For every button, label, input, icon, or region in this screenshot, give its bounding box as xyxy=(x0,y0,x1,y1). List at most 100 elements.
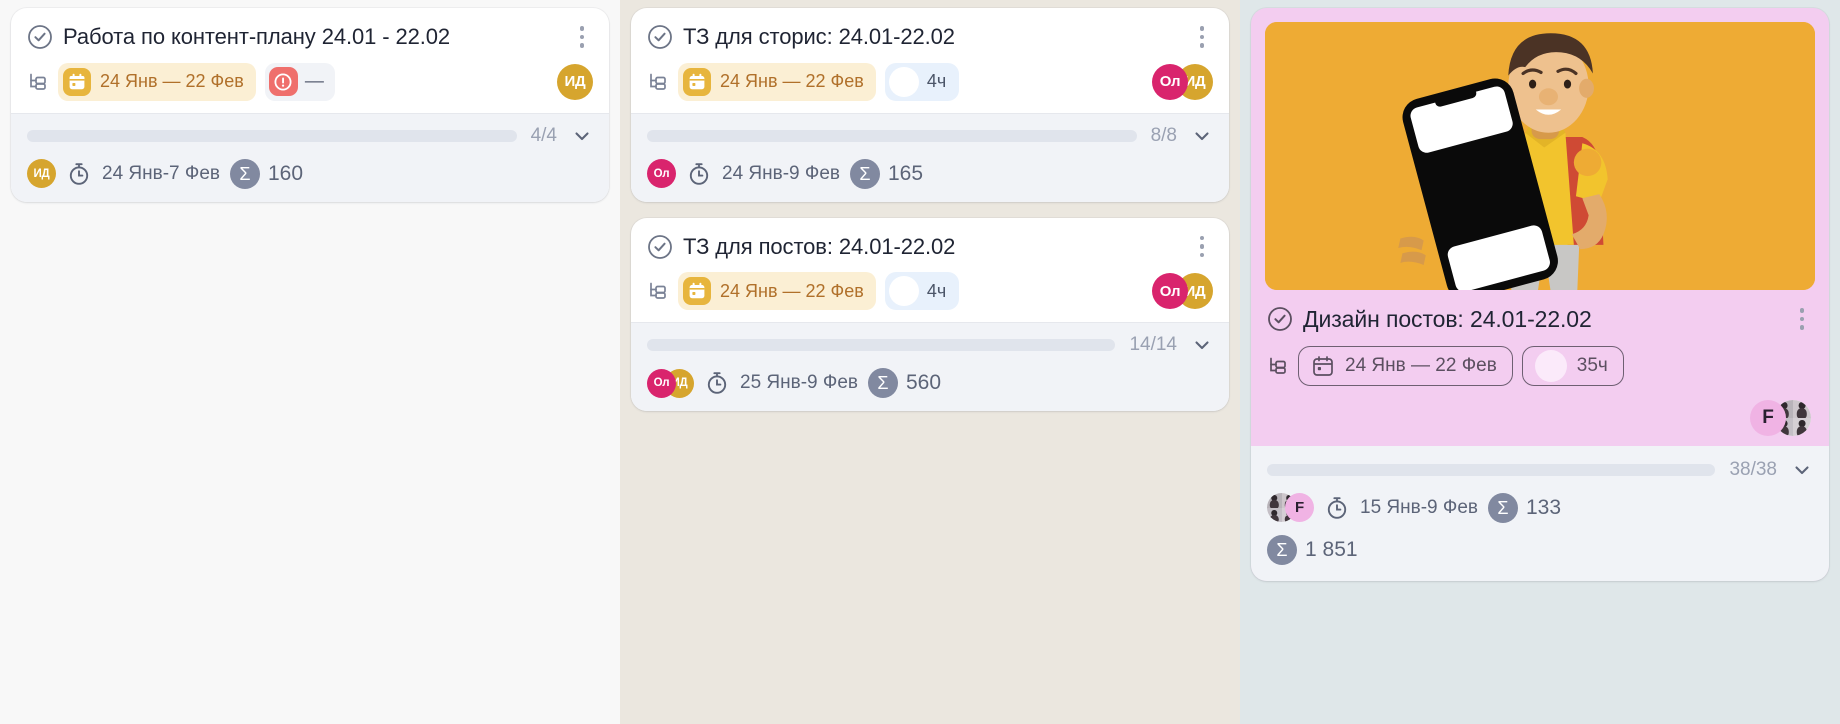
check-circle-icon[interactable] xyxy=(1267,306,1293,332)
priority-pill[interactable]: — xyxy=(264,62,335,101)
task-card-content-plan[interactable]: Работа по контент-плану 24.01 - 22.02 24… xyxy=(11,8,609,202)
date-range-text: 24 Янв — 22 Фев xyxy=(720,71,864,92)
sum-sigma-icon: Σ xyxy=(850,158,880,189)
date-range-pill[interactable]: 24 Янв — 22 Фев xyxy=(1298,345,1513,386)
card-meta-row: 24 Янв — 22 Фев 35ч xyxy=(1267,345,1813,386)
avatar[interactable]: Ол xyxy=(647,159,676,189)
more-vertical-icon[interactable] xyxy=(1191,234,1213,260)
hours-text: 4ч xyxy=(926,280,947,301)
date-range-text: 24 Янв — 22 Фев xyxy=(1345,354,1497,376)
progress-bar xyxy=(1267,463,1716,476)
card-footer: 8/8 Ол 24 Янв-9 Фев Σ 165 xyxy=(631,112,1229,202)
more-vertical-icon[interactable] xyxy=(571,24,593,50)
card-title: Дизайн постов: 24.01-22.02 xyxy=(1303,306,1592,332)
sum-value: 133 xyxy=(1526,495,1562,519)
avatar[interactable]: Ол xyxy=(647,368,676,398)
hours-text: 4ч xyxy=(926,71,947,92)
chevron-down-icon[interactable] xyxy=(1191,125,1213,147)
check-circle-icon[interactable] xyxy=(647,24,673,50)
priority-alert-icon xyxy=(268,67,298,97)
subtask-tree-icon xyxy=(647,71,669,93)
sum-sigma-icon: Σ xyxy=(868,368,898,399)
card-header: Работа по контент-плану 24.01 - 22.02 xyxy=(27,22,593,51)
progress-bar xyxy=(647,129,1137,142)
time-range-text: 25 Янв-9 Фев xyxy=(740,372,858,394)
date-range-text: 24 Янв — 22 Фев xyxy=(720,280,864,301)
sum-sigma-icon: Σ xyxy=(230,158,260,189)
kanban-board: Работа по контент-плану 24.01 - 22.02 24… xyxy=(0,0,1840,724)
footer-avatars[interactable]: F xyxy=(1267,493,1314,523)
avatar[interactable]: F xyxy=(1285,493,1314,523)
more-vertical-icon[interactable] xyxy=(1791,306,1813,332)
progress-count: 38/38 xyxy=(1729,458,1777,480)
card-header: Дизайн постов: 24.01-22.02 xyxy=(1267,304,1813,334)
card-footer: 4/4 ИД 24 Янв-7 Фев Σ 160 xyxy=(11,112,609,202)
avatar[interactable]: F xyxy=(1750,399,1786,436)
date-range-pill[interactable]: 24 Янв — 22 Фев xyxy=(678,272,876,311)
chevron-down-icon[interactable] xyxy=(1191,334,1213,356)
hours-pill[interactable]: 4ч xyxy=(884,62,960,101)
assignee-avatars[interactable]: F xyxy=(1750,399,1811,436)
board-column-right: Дизайн постов: 24.01-22.02 24 Янв — 22 Ф… xyxy=(1240,0,1840,724)
task-card-design-posts[interactable]: Дизайн постов: 24.01-22.02 24 Янв — 22 Ф… xyxy=(1251,8,1829,581)
progress-row: 8/8 xyxy=(647,125,1213,147)
footer-avatars[interactable]: ИД xyxy=(27,159,56,189)
total-sigma-icon: Σ xyxy=(1267,534,1297,565)
sum-sigma-icon: Σ xyxy=(1488,492,1518,523)
time-range-text: 15 Янв-9 Фев xyxy=(1360,496,1478,518)
footer-avatars[interactable]: Ол xyxy=(647,159,676,189)
hours-text: 35ч xyxy=(1576,354,1608,376)
card-footer: 14/14 Ол ИД 25 Янв-9 Фев Σ 560 xyxy=(631,322,1229,412)
footer-stats-row: Ол ИД 25 Янв-9 Фев Σ 560 xyxy=(647,368,1213,399)
progress-count: 14/14 xyxy=(1129,334,1177,356)
priority-label: — xyxy=(304,70,324,92)
board-column-middle: ТЗ для сторис: 24.01-22.02 24 Янв — 22 Ф… xyxy=(620,0,1240,724)
hours-pill[interactable]: 4ч xyxy=(884,272,960,311)
card-title: Работа по контент-плану 24.01 - 22.02 xyxy=(63,24,451,49)
task-card-tz-posts[interactable]: ТЗ для постов: 24.01-22.02 24 Янв — 22 Ф… xyxy=(631,217,1229,412)
assignee-avatars[interactable]: ИД xyxy=(557,63,593,100)
stopwatch-icon xyxy=(66,161,92,187)
card-header: ТЗ для сторис: 24.01-22.02 xyxy=(647,22,1213,51)
sum-value: 160 xyxy=(268,161,304,185)
footer-stats-row: Ол 24 Янв-9 Фев Σ 165 xyxy=(647,158,1213,189)
date-range-pill[interactable]: 24 Янв — 22 Фев xyxy=(678,62,876,101)
assignee-avatars[interactable]: Ол ИД xyxy=(1152,63,1213,100)
board-column-left: Работа по контент-плану 24.01 - 22.02 24… xyxy=(0,0,620,724)
hours-dial-icon xyxy=(888,66,919,97)
hours-pill[interactable]: 35ч xyxy=(1521,345,1624,386)
subtask-tree-icon xyxy=(1267,355,1289,377)
time-range-text: 24 Янв-7 Фев xyxy=(102,162,220,184)
footer-stats-row: ИД 24 Янв-7 Фев Σ 160 xyxy=(27,158,593,189)
date-range-text: 24 Янв — 22 Фев xyxy=(100,71,244,92)
check-circle-icon[interactable] xyxy=(27,24,53,50)
stopwatch-icon xyxy=(1324,495,1350,521)
check-circle-icon[interactable] xyxy=(647,234,673,260)
more-vertical-icon[interactable] xyxy=(1191,24,1213,50)
card-meta-row: 24 Янв — 22 Фев 4ч Ол ИД xyxy=(647,62,1213,101)
progress-bar xyxy=(27,129,517,142)
subtask-tree-icon xyxy=(27,71,49,93)
footer-avatars[interactable]: Ол ИД xyxy=(647,368,694,398)
task-card-tz-storis[interactable]: ТЗ для сторис: 24.01-22.02 24 Янв — 22 Ф… xyxy=(631,8,1229,202)
stopwatch-icon xyxy=(704,370,730,396)
assignee-avatars[interactable]: Ол ИД xyxy=(1152,273,1213,310)
character-illustration xyxy=(1265,22,1815,290)
card-cover-image[interactable] xyxy=(1265,22,1815,290)
card-meta-row: 24 Янв — 22 Фев — ИД xyxy=(27,62,593,101)
footer-total-row: Σ 1 851 xyxy=(1267,534,1813,565)
avatar[interactable]: ИД xyxy=(557,63,593,100)
progress-count: 8/8 xyxy=(1150,124,1177,146)
chevron-down-icon[interactable] xyxy=(1791,459,1813,481)
date-range-pill[interactable]: 24 Янв — 22 Фев xyxy=(58,62,256,101)
progress-row: 4/4 xyxy=(27,125,593,147)
sum-value: 560 xyxy=(906,371,942,395)
card-meta-row: 24 Янв — 22 Фев 4ч Ол ИД xyxy=(647,272,1213,311)
card-title: ТЗ для постов: 24.01-22.02 xyxy=(683,233,956,259)
sum-value: 165 xyxy=(888,161,924,185)
progress-bar xyxy=(647,339,1116,352)
hours-dial-icon xyxy=(1534,349,1567,382)
chevron-down-icon[interactable] xyxy=(571,125,593,147)
avatar[interactable]: ИД xyxy=(27,159,56,189)
avatar[interactable]: Ол xyxy=(1152,63,1188,100)
